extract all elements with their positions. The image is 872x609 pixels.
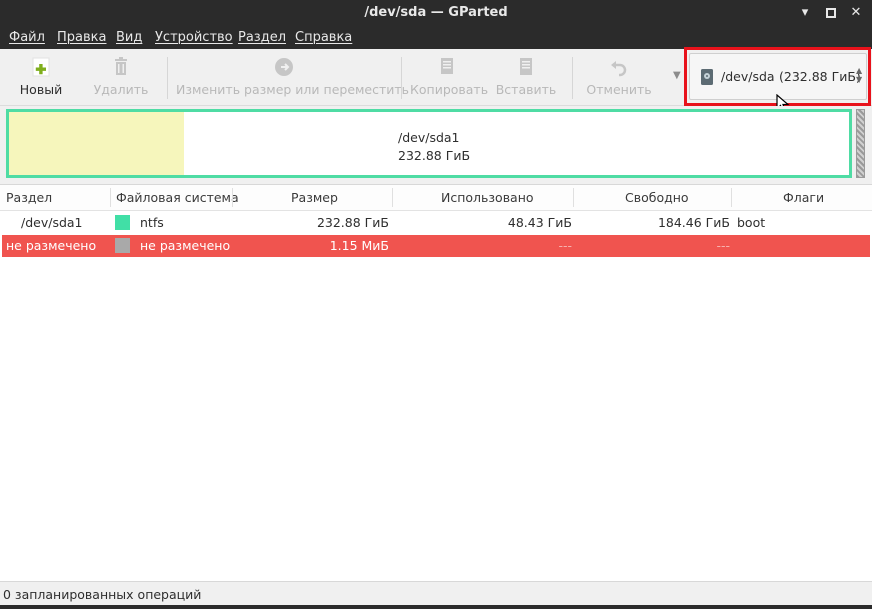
table-header: Раздел Файловая система Размер Использов… — [0, 185, 872, 211]
filesystem-color-swatch — [115, 215, 130, 230]
status-bar: 0 запланированных операций — [0, 581, 872, 605]
toolbar-separator — [167, 57, 168, 99]
toolbar-separator — [572, 57, 573, 99]
new-button[interactable]: Новый — [8, 49, 74, 106]
row-size: 1.15 МиБ — [329, 238, 389, 253]
title-bar: /dev/sda — GParted ▾ ✕ — [0, 0, 872, 27]
row-filesystem: не размечено — [140, 238, 231, 253]
table-row[interactable]: /dev/sda1 ntfs 232.88 ГиБ 48.43 ГиБ 184.… — [2, 212, 870, 234]
close-button[interactable]: ✕ — [847, 4, 865, 22]
menu-file[interactable]: Файл — [9, 30, 45, 45]
delete-label: Удалить — [93, 82, 149, 97]
row-free: --- — [716, 238, 730, 253]
delete-button[interactable]: Удалить — [86, 49, 156, 106]
row-partition: не размечено — [6, 238, 97, 253]
disk-map: /dev/sda1 232.88 ГиБ — [0, 106, 872, 184]
column-partition[interactable]: Раздел — [6, 190, 52, 205]
row-size: 232.88 ГиБ — [316, 215, 389, 230]
column-separator — [392, 188, 393, 207]
row-filesystem: ntfs — [140, 215, 164, 230]
copy-icon — [441, 58, 453, 74]
paste-button[interactable]: Вставить — [492, 49, 560, 106]
partition-map-sda1[interactable]: /dev/sda1 232.88 ГиБ — [6, 109, 852, 178]
row-free: 184.46 ГиБ — [657, 215, 730, 230]
paste-icon — [520, 58, 532, 75]
partition-map-size: 232.88 ГиБ — [398, 148, 471, 163]
pending-operations-text: 0 запланированных операций — [3, 587, 202, 602]
column-free[interactable]: Свободно — [625, 190, 689, 205]
undo-button[interactable]: Отменить — [584, 49, 654, 106]
row-partition: /dev/sda1 — [21, 215, 83, 230]
row-used: 48.43 ГиБ — [507, 215, 572, 230]
resize-icon — [275, 58, 293, 76]
paste-label: Вставить — [495, 82, 557, 97]
menu-edit[interactable]: Правка — [57, 30, 106, 45]
partition-used-space — [9, 112, 184, 175]
column-filesystem[interactable]: Файловая система — [116, 190, 239, 205]
window-bottom-edge — [0, 605, 872, 609]
menu-partition[interactable]: Раздел — [238, 30, 286, 45]
column-size[interactable]: Размер — [291, 190, 338, 205]
toolbar-overflow-arrow[interactable]: ▼ — [673, 70, 681, 81]
window-title: /dev/sda — GParted — [364, 5, 508, 20]
partition-map-name: /dev/sda1 — [398, 130, 460, 145]
toolbar-separator — [401, 57, 402, 99]
column-separator — [573, 188, 574, 207]
column-separator — [731, 188, 732, 207]
menu-view[interactable]: Вид — [116, 30, 142, 45]
maximize-button[interactable] — [822, 4, 840, 22]
menu-device[interactable]: Устройство — [155, 30, 233, 45]
delete-icon — [115, 57, 127, 75]
resize-move-label: Изменить размер или переместить — [176, 82, 410, 97]
column-flags[interactable]: Флаги — [783, 190, 824, 205]
undo-icon — [611, 61, 627, 77]
copy-label: Копировать — [410, 82, 489, 97]
row-used: --- — [558, 238, 572, 253]
menu-help[interactable]: Справка — [295, 30, 352, 45]
new-label: Новый — [19, 82, 63, 97]
minimize-button[interactable]: ▾ — [796, 4, 814, 22]
menu-bar: Файл Правка Вид Устройство Раздел Справк… — [0, 27, 872, 49]
copy-button[interactable]: Копировать — [410, 49, 489, 106]
partition-table: Раздел Файловая система Размер Использов… — [0, 184, 872, 581]
new-icon — [32, 57, 50, 77]
undo-label: Отменить — [586, 82, 652, 97]
filesystem-color-swatch — [115, 238, 130, 253]
maximize-icon — [826, 8, 836, 18]
resize-move-button[interactable]: Изменить размер или переместить — [176, 49, 410, 106]
table-row-selected[interactable]: не размечено не размечено 1.15 МиБ --- -… — [2, 235, 870, 257]
column-separator — [232, 188, 233, 207]
row-flags: boot — [737, 215, 766, 230]
column-used[interactable]: Использовано — [441, 190, 534, 205]
unallocated-map-block[interactable] — [856, 109, 865, 178]
column-separator — [110, 188, 111, 207]
